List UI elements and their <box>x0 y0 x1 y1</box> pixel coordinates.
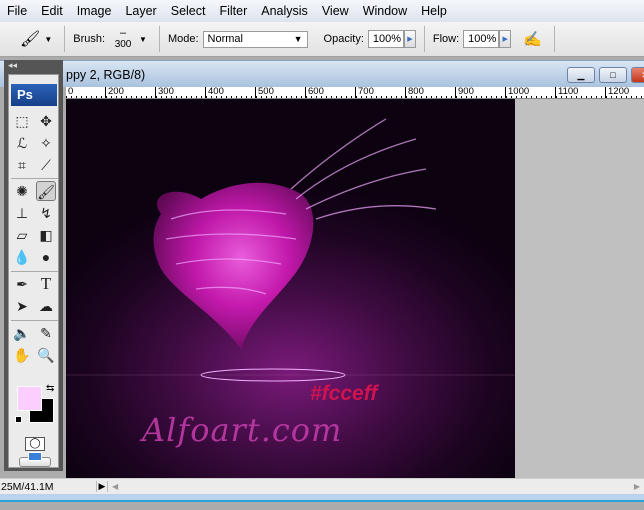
brush-dropdown-icon[interactable]: ▼ <box>139 35 147 44</box>
path-selection-tool-icon[interactable]: ➤ <box>12 296 32 316</box>
zoom-tool-icon[interactable]: 🔍 <box>36 345 56 365</box>
close-button[interactable]: ✕ <box>631 67 644 83</box>
default-colors-icon[interactable] <box>15 416 22 423</box>
clone-stamp-tool-icon[interactable]: ⊥ <box>12 203 32 223</box>
foreground-color-swatch[interactable] <box>17 386 42 411</box>
pasteboard <box>515 99 644 478</box>
flow-label: Flow: <box>432 33 460 45</box>
notes-tool-icon[interactable]: 🔈 <box>12 323 32 343</box>
ruler-label: 600 <box>305 87 324 98</box>
brush-size: 300 <box>114 39 132 50</box>
document-title-bar: ppy 2, RGB/8) ▁ □ ✕ <box>0 60 644 87</box>
flow-input[interactable]: 100% <box>463 30 500 48</box>
ruler-label: 400 <box>205 87 224 98</box>
document-canvas[interactable]: #fcceff Alfoart.com <box>66 99 515 478</box>
menu-layer[interactable]: Layer <box>118 4 163 18</box>
screen-mode-icon <box>28 452 42 461</box>
type-tool-icon[interactable]: T <box>36 274 56 294</box>
restore-button[interactable]: □ <box>599 67 627 83</box>
opacity-input[interactable]: 100% <box>367 30 404 48</box>
swap-colors-icon[interactable]: ⇆ <box>46 383 54 394</box>
brush-tool-preset-icon[interactable]: 🖌 <box>20 29 40 49</box>
screen-mode-button[interactable] <box>19 452 51 467</box>
ruler-label: 0 <box>66 87 73 98</box>
opacity-label: Opacity: <box>323 33 364 45</box>
ruler-label: 300 <box>155 87 174 98</box>
menu-view[interactable]: View <box>315 4 356 18</box>
options-bar: 🖌 ▼ Brush: – 300 ▼ Mode: Normal ▼ Opacit… <box>0 22 644 57</box>
horizontal-ruler: 0 200 300 400 500 600 700 800 900 1000 1… <box>66 87 644 99</box>
scroll-right-icon[interactable]: ▶ <box>634 482 640 491</box>
document-title: ppy 2, RGB/8) <box>66 68 146 82</box>
document-size: 25M/41.1M <box>1 480 54 493</box>
crop-tool-icon[interactable]: ⌗ <box>12 155 32 175</box>
brush-picker[interactable]: – 300 <box>111 27 135 51</box>
quick-mask-button[interactable]: ◯ <box>25 437 45 451</box>
hand-tool-icon[interactable]: ✋ <box>12 345 32 365</box>
ruler-label: 500 <box>255 87 274 98</box>
brush-tool-icon[interactable]: 🖌 <box>36 181 56 201</box>
minimize-button[interactable]: ▁ <box>567 67 595 83</box>
menu-image[interactable]: Image <box>70 4 119 18</box>
tools-panel-body: Ps ⬚ ✥ ℒ ✧ ⌗ ⟋ ✺ 🖌 ⊥ ↯ ▱ ◧ 💧 ● ✒ T ➤ ☁ 🔈… <box>8 74 59 468</box>
custom-shape-tool-icon[interactable]: ☁ <box>36 296 56 316</box>
status-menu-button[interactable]: ▶ <box>96 481 108 492</box>
mode-label: Mode: <box>167 33 199 45</box>
divider <box>11 271 58 272</box>
ruler-label: 700 <box>355 87 374 98</box>
airbrush-icon[interactable]: ✍ <box>523 30 542 48</box>
ruler-label: 200 <box>105 87 124 98</box>
eyedropper-tool-icon[interactable]: ✎ <box>36 323 56 343</box>
ruler-label: 1100 <box>555 87 578 98</box>
ruler-label: 900 <box>455 87 474 98</box>
healing-brush-tool-icon[interactable]: ✺ <box>12 181 32 201</box>
flow-slider-button[interactable]: ▶ <box>499 30 512 48</box>
move-tool-icon[interactable]: ✥ <box>36 111 56 131</box>
lasso-tool-icon[interactable]: ℒ <box>12 133 32 153</box>
blur-tool-icon[interactable]: 💧 <box>12 247 32 267</box>
tool-preset-dropdown[interactable]: ▼ <box>44 35 52 44</box>
menu-file[interactable]: File <box>0 4 34 18</box>
menu-select[interactable]: Select <box>164 4 213 18</box>
slice-tool-icon[interactable]: ⟋ <box>36 155 56 175</box>
divider <box>423 26 425 52</box>
opacity-slider-button[interactable]: ▶ <box>403 30 416 48</box>
pen-tool-icon[interactable]: ✒ <box>12 274 32 294</box>
ruler-label: 1000 <box>505 87 529 98</box>
divider <box>11 178 58 179</box>
eraser-tool-icon[interactable]: ▱ <box>12 225 32 245</box>
mode-value: Normal <box>207 33 243 45</box>
brush-label: Brush: <box>73 33 106 45</box>
divider <box>158 26 160 52</box>
history-brush-tool-icon[interactable]: ↯ <box>36 203 56 223</box>
status-bar: 25M/41.1M ▶ ◀ ▶ <box>0 478 644 494</box>
tools-panel: ◂◂ Ps ⬚ ✥ ℒ ✧ ⌗ ⟋ ✺ 🖌 ⊥ ↯ ▱ ◧ 💧 ● ✒ T ➤ … <box>4 60 63 471</box>
collapse-panel-button[interactable]: ◂◂ <box>8 60 17 71</box>
divider <box>553 26 555 52</box>
color-hex-label: #fcceff <box>310 382 378 405</box>
menu-window[interactable]: Window <box>356 4 414 18</box>
mode-select[interactable]: Normal ▼ <box>202 30 308 48</box>
photoshop-logo[interactable]: Ps <box>11 84 57 106</box>
taskbar-edge <box>0 494 644 502</box>
watermark-signature: Alfoart.com <box>142 411 343 449</box>
divider <box>11 320 58 321</box>
horizontal-scrollbar[interactable]: ◀ ▶ <box>108 479 644 494</box>
menu-filter[interactable]: Filter <box>212 4 254 18</box>
divider <box>64 26 66 52</box>
menu-bar: File Edit Image Layer Select Filter Anal… <box>0 0 644 22</box>
magic-wand-tool-icon[interactable]: ✧ <box>36 133 56 153</box>
dodge-tool-icon[interactable]: ● <box>36 247 56 267</box>
chevron-down-icon: ▼ <box>293 34 303 44</box>
brush-dot-icon: – <box>119 27 127 39</box>
ruler-label: 800 <box>405 87 424 98</box>
menu-edit[interactable]: Edit <box>34 4 70 18</box>
menu-help[interactable]: Help <box>414 4 454 18</box>
marquee-tool-icon[interactable]: ⬚ <box>12 111 32 131</box>
menu-analysis[interactable]: Analysis <box>254 4 315 18</box>
ruler-label: 1200 <box>605 87 629 98</box>
gradient-tool-icon[interactable]: ◧ <box>36 225 56 245</box>
scroll-left-icon[interactable]: ◀ <box>112 482 118 491</box>
